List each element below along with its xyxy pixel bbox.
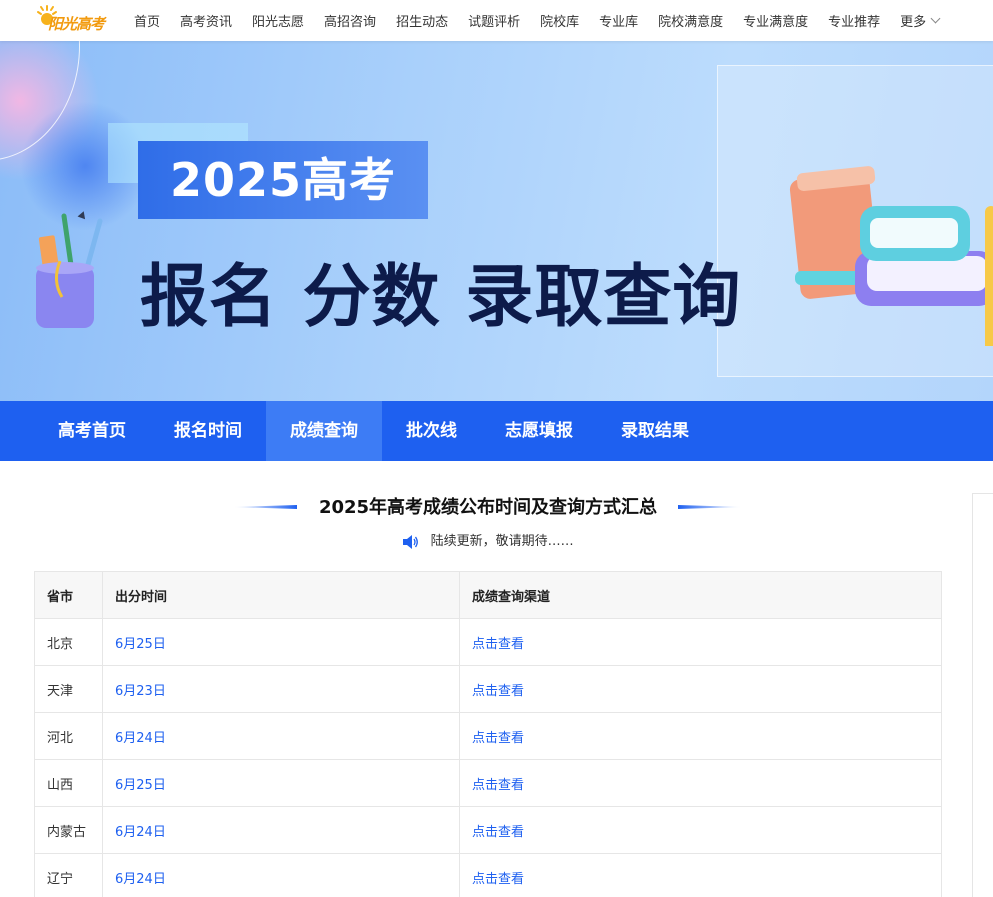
column-header-release-time: 出分时间	[102, 571, 460, 619]
section-title: 2025年高考成绩公布时间及查询方式汇总	[318, 497, 658, 518]
query-link[interactable]: 点击查看	[459, 853, 942, 897]
update-notice: 陆续更新，敬请期待……	[0, 530, 976, 549]
tab-admission-result[interactable]: 录取结果	[597, 401, 713, 461]
nav-item-admission-news[interactable]: 招生动态	[386, 11, 458, 30]
province-cell: 山西	[34, 759, 103, 807]
banner-year-box: 2025高考	[138, 141, 428, 219]
nav-item-college-satisfaction[interactable]: 院校满意度	[648, 11, 733, 30]
query-link[interactable]: 点击查看	[459, 759, 942, 807]
chevron-down-icon	[930, 13, 941, 24]
release-date-cell: 6月25日	[102, 759, 460, 807]
nav-item-major-recommend[interactable]: 专业推荐	[818, 11, 890, 30]
tab-score-query[interactable]: 成绩查询	[266, 401, 382, 461]
province-cell: 天津	[34, 665, 103, 713]
release-date-cell: 6月25日	[102, 618, 460, 666]
nav-item-consult[interactable]: 高招咨询	[314, 11, 386, 30]
logo-text: 阳光高考	[48, 15, 105, 33]
release-date-cell: 6月24日	[102, 806, 460, 854]
nav-item-home[interactable]: 首页	[124, 11, 170, 30]
table-row: 山西 6月25日 点击查看	[34, 759, 942, 807]
table-header-row: 省市 出分时间 成绩查询渠道	[34, 571, 942, 619]
province-cell: 内蒙古	[34, 806, 103, 854]
nav-item-major-db[interactable]: 专业库	[589, 11, 648, 30]
release-date-cell: 6月24日	[102, 712, 460, 760]
tab-gaokao-home[interactable]: 高考首页	[34, 401, 150, 461]
score-release-table: 省市 出分时间 成绩查询渠道 北京 6月25日 点击查看 天津 6月23日 点击…	[34, 571, 942, 897]
table-row: 辽宁 6月24日 点击查看	[34, 853, 942, 897]
release-date-cell: 6月24日	[102, 853, 460, 897]
query-link[interactable]: 点击查看	[459, 618, 942, 666]
site-logo[interactable]: 阳光高考	[36, 4, 112, 34]
hero-banner: 2025高考 报名 分数 录取查询	[0, 41, 993, 401]
banner-slogan: 报名 分数 录取查询	[140, 258, 742, 337]
tab-registration-time[interactable]: 报名时间	[150, 401, 266, 461]
side-panel	[972, 493, 993, 897]
nav-item-volunteer[interactable]: 阳光志愿	[242, 11, 314, 30]
table-row: 天津 6月23日 点击查看	[34, 665, 942, 713]
pen-holder-icon	[36, 211, 103, 328]
table-row: 河北 6月24日 点击查看	[34, 712, 942, 760]
province-cell: 北京	[34, 618, 103, 666]
province-cell: 河北	[34, 712, 103, 760]
column-header-province: 省市	[34, 571, 103, 619]
nav-item-major-satisfaction[interactable]: 专业满意度	[733, 11, 818, 30]
nav-item-college-db[interactable]: 院校库	[530, 11, 589, 30]
query-link[interactable]: 点击查看	[459, 665, 942, 713]
books-illustration	[789, 166, 993, 346]
table-row: 北京 6月25日 点击查看	[34, 618, 942, 666]
table-row: 内蒙古 6月24日 点击查看	[34, 806, 942, 854]
column-header-query-channel: 成绩查询渠道	[459, 571, 942, 619]
tab-volunteer-filling[interactable]: 志愿填报	[481, 401, 597, 461]
release-date-cell: 6月23日	[102, 665, 460, 713]
query-link[interactable]: 点击查看	[459, 712, 942, 760]
query-link[interactable]: 点击查看	[459, 806, 942, 854]
province-cell: 辽宁	[34, 853, 103, 897]
top-nav-menu: 首页 高考资讯 阳光志愿 高招咨询 招生动态 试题评析 院校库 专业库 院校满意…	[124, 0, 949, 41]
nav-item-more[interactable]: 更多	[890, 11, 949, 30]
section-tabs: 高考首页 报名时间 成绩查询 批次线 志愿填报 录取结果	[0, 401, 993, 461]
update-notice-text: 陆续更新，敬请期待……	[430, 534, 574, 549]
tab-batch-line[interactable]: 批次线	[382, 401, 481, 461]
nav-item-news[interactable]: 高考资讯	[170, 11, 242, 30]
more-label: 更多	[900, 15, 927, 30]
banner-year-title: 2025高考	[169, 153, 397, 207]
nav-item-exam-review[interactable]: 试题评析	[458, 11, 530, 30]
top-navigation: 阳光高考 首页 高考资讯 阳光志愿 高招咨询 招生动态 试题评析 院校库 专业库…	[0, 0, 993, 41]
speaker-icon	[403, 534, 419, 549]
